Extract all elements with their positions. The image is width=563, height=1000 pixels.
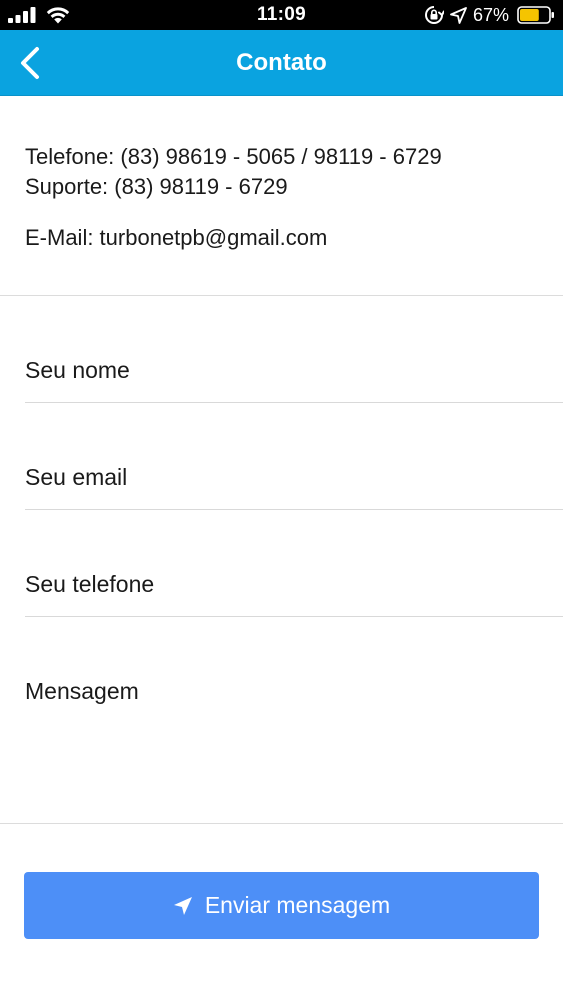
name-input[interactable] xyxy=(25,352,563,388)
phone-input-underline xyxy=(25,616,563,617)
send-button-label: Enviar mensagem xyxy=(204,892,391,918)
message-input[interactable] xyxy=(25,676,563,816)
battery-percent: 67% xyxy=(472,4,509,25)
contact-info: Telefone: (83) 98619 - 5065 / 98119 - 67… xyxy=(25,142,442,202)
page-title: Contato xyxy=(236,49,327,76)
email-input[interactable] xyxy=(25,459,563,495)
email-input-underline xyxy=(25,509,563,510)
paper-plane-icon xyxy=(173,896,192,915)
phone-text: Telefone: (83) 98619 - 5065 / 98119 - 67… xyxy=(25,144,442,169)
battery-fill xyxy=(520,9,539,21)
location-arrow-icon xyxy=(450,6,467,24)
send-message-button[interactable]: Enviar mensagem xyxy=(24,872,539,939)
orientation-lock-icon xyxy=(425,6,444,24)
navigation-bar: Contato xyxy=(0,30,563,96)
battery-icon xyxy=(517,6,554,24)
section-divider xyxy=(0,295,563,296)
back-button[interactable] xyxy=(0,30,60,95)
message-divider xyxy=(0,823,563,824)
name-input-underline xyxy=(25,402,563,403)
support-text: Suporte: (83) 98119 - 6729 xyxy=(25,174,288,199)
phone-input[interactable] xyxy=(25,566,563,602)
email-text: E-Mail: turbonetpb@gmail.com xyxy=(25,225,328,250)
status-bar: 11:09 67% xyxy=(0,0,563,30)
chevron-left-icon xyxy=(21,46,39,79)
status-right-group: 67% xyxy=(424,0,555,30)
